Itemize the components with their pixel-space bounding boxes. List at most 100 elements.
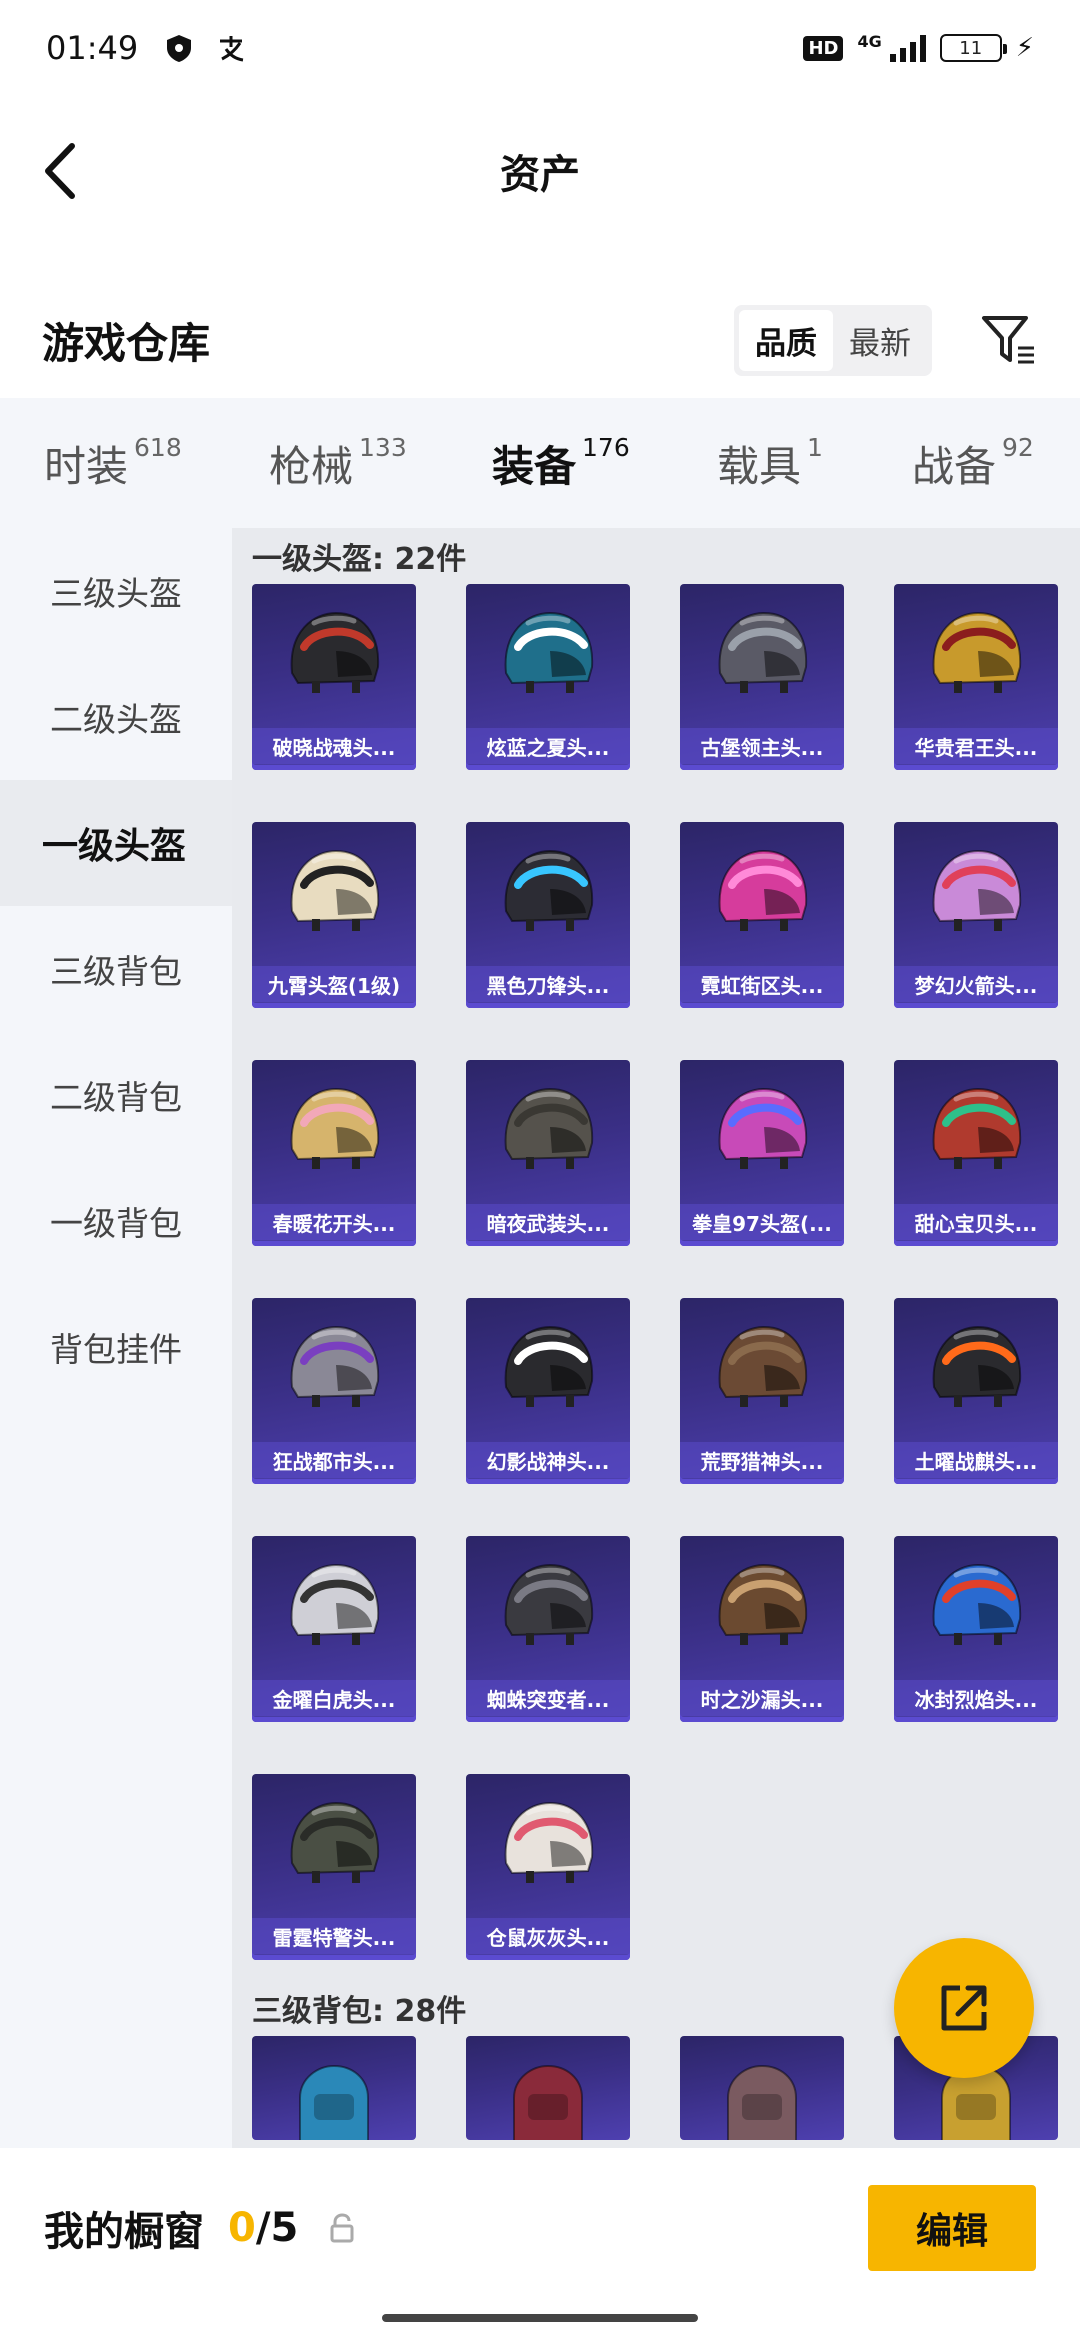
helmet-image	[680, 584, 844, 728]
helmet-card[interactable]: 冰封烈焰头...	[894, 1536, 1058, 1722]
helmet-card[interactable]: 黑色刀锋头...	[466, 822, 630, 1008]
tab-label: 枪械	[269, 441, 354, 491]
helmet-name: 黑色刀锋头...	[466, 966, 630, 1002]
tab-equipment[interactable]: 装备 176	[492, 432, 717, 538]
helmet-image	[680, 1060, 844, 1204]
helmet-image	[252, 584, 416, 728]
helmet-card[interactable]: 甜心宝贝头...	[894, 1060, 1058, 1246]
share-button[interactable]	[894, 1938, 1034, 2078]
network-type: 4G	[857, 31, 882, 51]
lock-icon	[330, 2213, 354, 2243]
tab-label: 战备	[912, 441, 997, 491]
helmet-name: 金曜白虎头...	[252, 1680, 416, 1716]
helmet-card[interactable]: 梦幻火箭头...	[894, 822, 1058, 1008]
helmet-image	[252, 822, 416, 966]
backpack-image	[466, 2036, 630, 2140]
backpack-image	[252, 2036, 416, 2140]
item-content: 一级头盔: 22件 破晓战魂头... 炫蓝之夏头... 古堡领主头... 华贵君王头.…	[232, 528, 1080, 2148]
helmet-name: 暗夜武装头...	[466, 1204, 630, 1240]
warehouse-title: 游戏仓库	[42, 318, 211, 368]
sort-option-newest[interactable]: 最新	[833, 310, 927, 371]
tab-label: 时装	[44, 441, 129, 491]
helmet-image	[894, 1536, 1058, 1680]
tab-fashion[interactable]: 时装 618	[44, 433, 269, 494]
status-bar: 01:49 HD 4G 11 ⚡	[0, 0, 1080, 96]
helmet-card[interactable]: 土曜战麒头...	[894, 1298, 1058, 1484]
helmet-name: 破晓战魂头...	[252, 728, 416, 764]
helmet-card[interactable]: 雷霆特警头...	[252, 1774, 416, 1960]
helmet-card[interactable]: 拳皇97头盔(...	[680, 1060, 844, 1246]
helmet-card[interactable]: 仓鼠灰灰头...	[466, 1774, 630, 1960]
back-arrow-icon[interactable]	[38, 136, 98, 206]
sidebar-item-lv2-helmet[interactable]: 二级头盔	[0, 654, 232, 780]
tab-count: 1	[807, 432, 823, 462]
helmet-name: 甜心宝贝头...	[894, 1204, 1058, 1240]
sidebar-item-lv2-backpack[interactable]: 二级背包	[0, 1032, 232, 1158]
helmet-card[interactable]: 时之沙漏头...	[680, 1536, 844, 1722]
helmet-card[interactable]: 古堡领主头...	[680, 584, 844, 770]
helmet-image	[466, 822, 630, 966]
helmet-image	[252, 1060, 416, 1204]
backpack-image	[680, 2036, 844, 2140]
helmet-card[interactable]: 荒野猎神头...	[680, 1298, 844, 1484]
helmet-name: 霓虹街区头...	[680, 966, 844, 1002]
sidebar-item-lv3-backpack[interactable]: 三级背包	[0, 906, 232, 1032]
tab-count: 176	[582, 432, 630, 462]
page-title: 资产	[500, 152, 580, 198]
signal-icon	[889, 34, 926, 62]
sidebar-item-backpack-charm[interactable]: 背包挂件	[0, 1284, 232, 1410]
home-indicator	[382, 2314, 698, 2322]
helmet-image	[466, 584, 630, 728]
helmet-image	[680, 1298, 844, 1442]
tab-weapons[interactable]: 枪械 133	[269, 433, 492, 494]
helmet-card[interactable]: 春暖花开头...	[252, 1060, 416, 1246]
helmet-image	[894, 584, 1058, 728]
helmet-card[interactable]: 华贵君王头...	[894, 584, 1058, 770]
sidebar-item-lv1-backpack[interactable]: 一级背包	[0, 1158, 232, 1284]
helmet-name: 仓鼠灰灰头...	[466, 1918, 630, 1954]
helmet-image	[466, 1060, 630, 1204]
helmet-image	[894, 1060, 1058, 1204]
helmet-name: 拳皇97头盔(...	[680, 1204, 844, 1240]
helmet-card[interactable]: 九霄头盔(1级)	[252, 822, 416, 1008]
helmet-name: 九霄头盔(1级)	[252, 966, 416, 1002]
helmet-card[interactable]: 炫蓝之夏头...	[466, 584, 630, 770]
sort-toggle: 品质 最新	[734, 304, 932, 376]
showcase-separator: /	[255, 2205, 271, 2251]
helmet-image	[894, 1298, 1058, 1442]
filter-icon[interactable]	[978, 310, 1038, 370]
helmet-name: 古堡领主头...	[680, 728, 844, 764]
backpack-card[interactable]	[680, 2036, 844, 2140]
helmet-image	[252, 1536, 416, 1680]
helmet-card[interactable]: 破晓战魂头...	[252, 584, 416, 770]
helmet-image	[466, 1298, 630, 1442]
edit-button[interactable]: 编辑	[868, 2185, 1036, 2271]
helmet-name: 雷霆特警头...	[252, 1918, 416, 1954]
helmet-card[interactable]: 狂战都市头...	[252, 1298, 416, 1484]
tab-vehicles[interactable]: 载具 1	[717, 433, 912, 494]
sort-option-quality[interactable]: 品质	[739, 309, 833, 371]
helmet-name: 炫蓝之夏头...	[466, 728, 630, 764]
bottom-bar: 我的橱窗 0/5 编辑	[0, 2148, 1080, 2308]
showcase-label: 我的橱窗	[44, 2209, 204, 2255]
helmet-name: 春暖花开头...	[252, 1204, 416, 1240]
helmet-name: 荒野猎神头...	[680, 1442, 844, 1478]
helmet-image	[680, 1536, 844, 1680]
backpack-card[interactable]	[466, 2036, 630, 2140]
helmet-image	[252, 1298, 416, 1442]
helmet-card[interactable]: 幻影战神头...	[466, 1298, 630, 1484]
helmet-name: 幻影战神头...	[466, 1442, 630, 1478]
helmet-name: 蜘蛛突变者...	[466, 1680, 630, 1716]
helmet-name: 土曜战麒头...	[894, 1442, 1058, 1478]
charging-icon: ⚡	[1015, 33, 1034, 63]
sidebar-item-lv3-helmet[interactable]: 三级头盔	[0, 528, 232, 654]
tab-supplies[interactable]: 战备 92	[912, 433, 1034, 494]
helmet-card[interactable]: 暗夜武装头...	[466, 1060, 630, 1246]
sidebar-item-lv1-helmet[interactable]: 一级头盔	[0, 780, 232, 906]
backpack-card[interactable]	[252, 2036, 416, 2140]
tab-count: 133	[359, 432, 407, 462]
helmet-card[interactable]: 蜘蛛突变者...	[466, 1536, 630, 1722]
helmet-card[interactable]: 霓虹街区头...	[680, 822, 844, 1008]
helmet-image	[894, 822, 1058, 966]
helmet-card[interactable]: 金曜白虎头...	[252, 1536, 416, 1722]
